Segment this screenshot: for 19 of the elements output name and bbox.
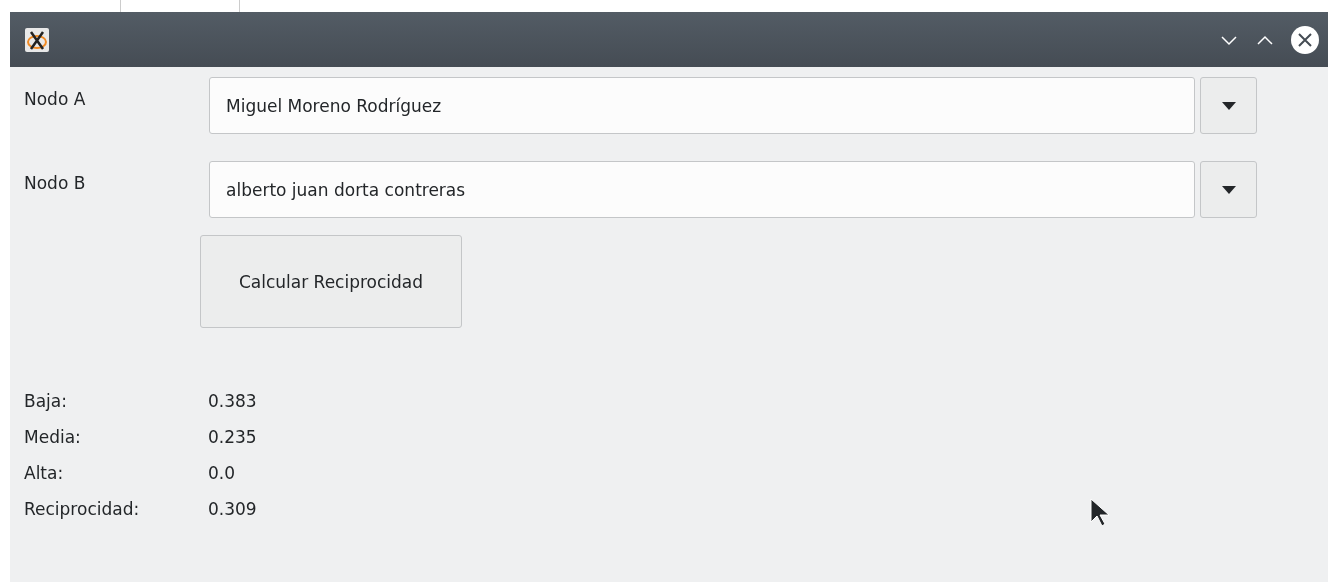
combo-field[interactable]: Miguel Moreno Rodríguez	[209, 77, 1195, 134]
result-label: Reciprocidad:	[24, 499, 140, 519]
result-value: 0.235	[208, 427, 257, 447]
result-value: 0.309	[208, 499, 257, 519]
field-label: Nodo A	[24, 88, 87, 109]
caret-icon	[1221, 101, 1236, 110]
close-button[interactable]	[1290, 24, 1320, 55]
result-value: 0.383	[208, 391, 257, 411]
close-icon	[1290, 24, 1320, 55]
mouse-cursor-icon	[1090, 498, 1112, 528]
app-icon	[24, 26, 50, 53]
result-label: Media:	[24, 427, 81, 447]
result-label: Alta:	[24, 463, 64, 483]
result-label: Baja:	[24, 391, 67, 411]
combo-field[interactable]: alberto juan dorta contreras	[209, 161, 1195, 218]
result-value: 0.0	[208, 463, 236, 483]
field-label: Nodo B	[24, 172, 87, 193]
calculate-button[interactable]: Calcular Reciprocidad	[200, 235, 462, 328]
caret-icon	[1221, 185, 1236, 194]
